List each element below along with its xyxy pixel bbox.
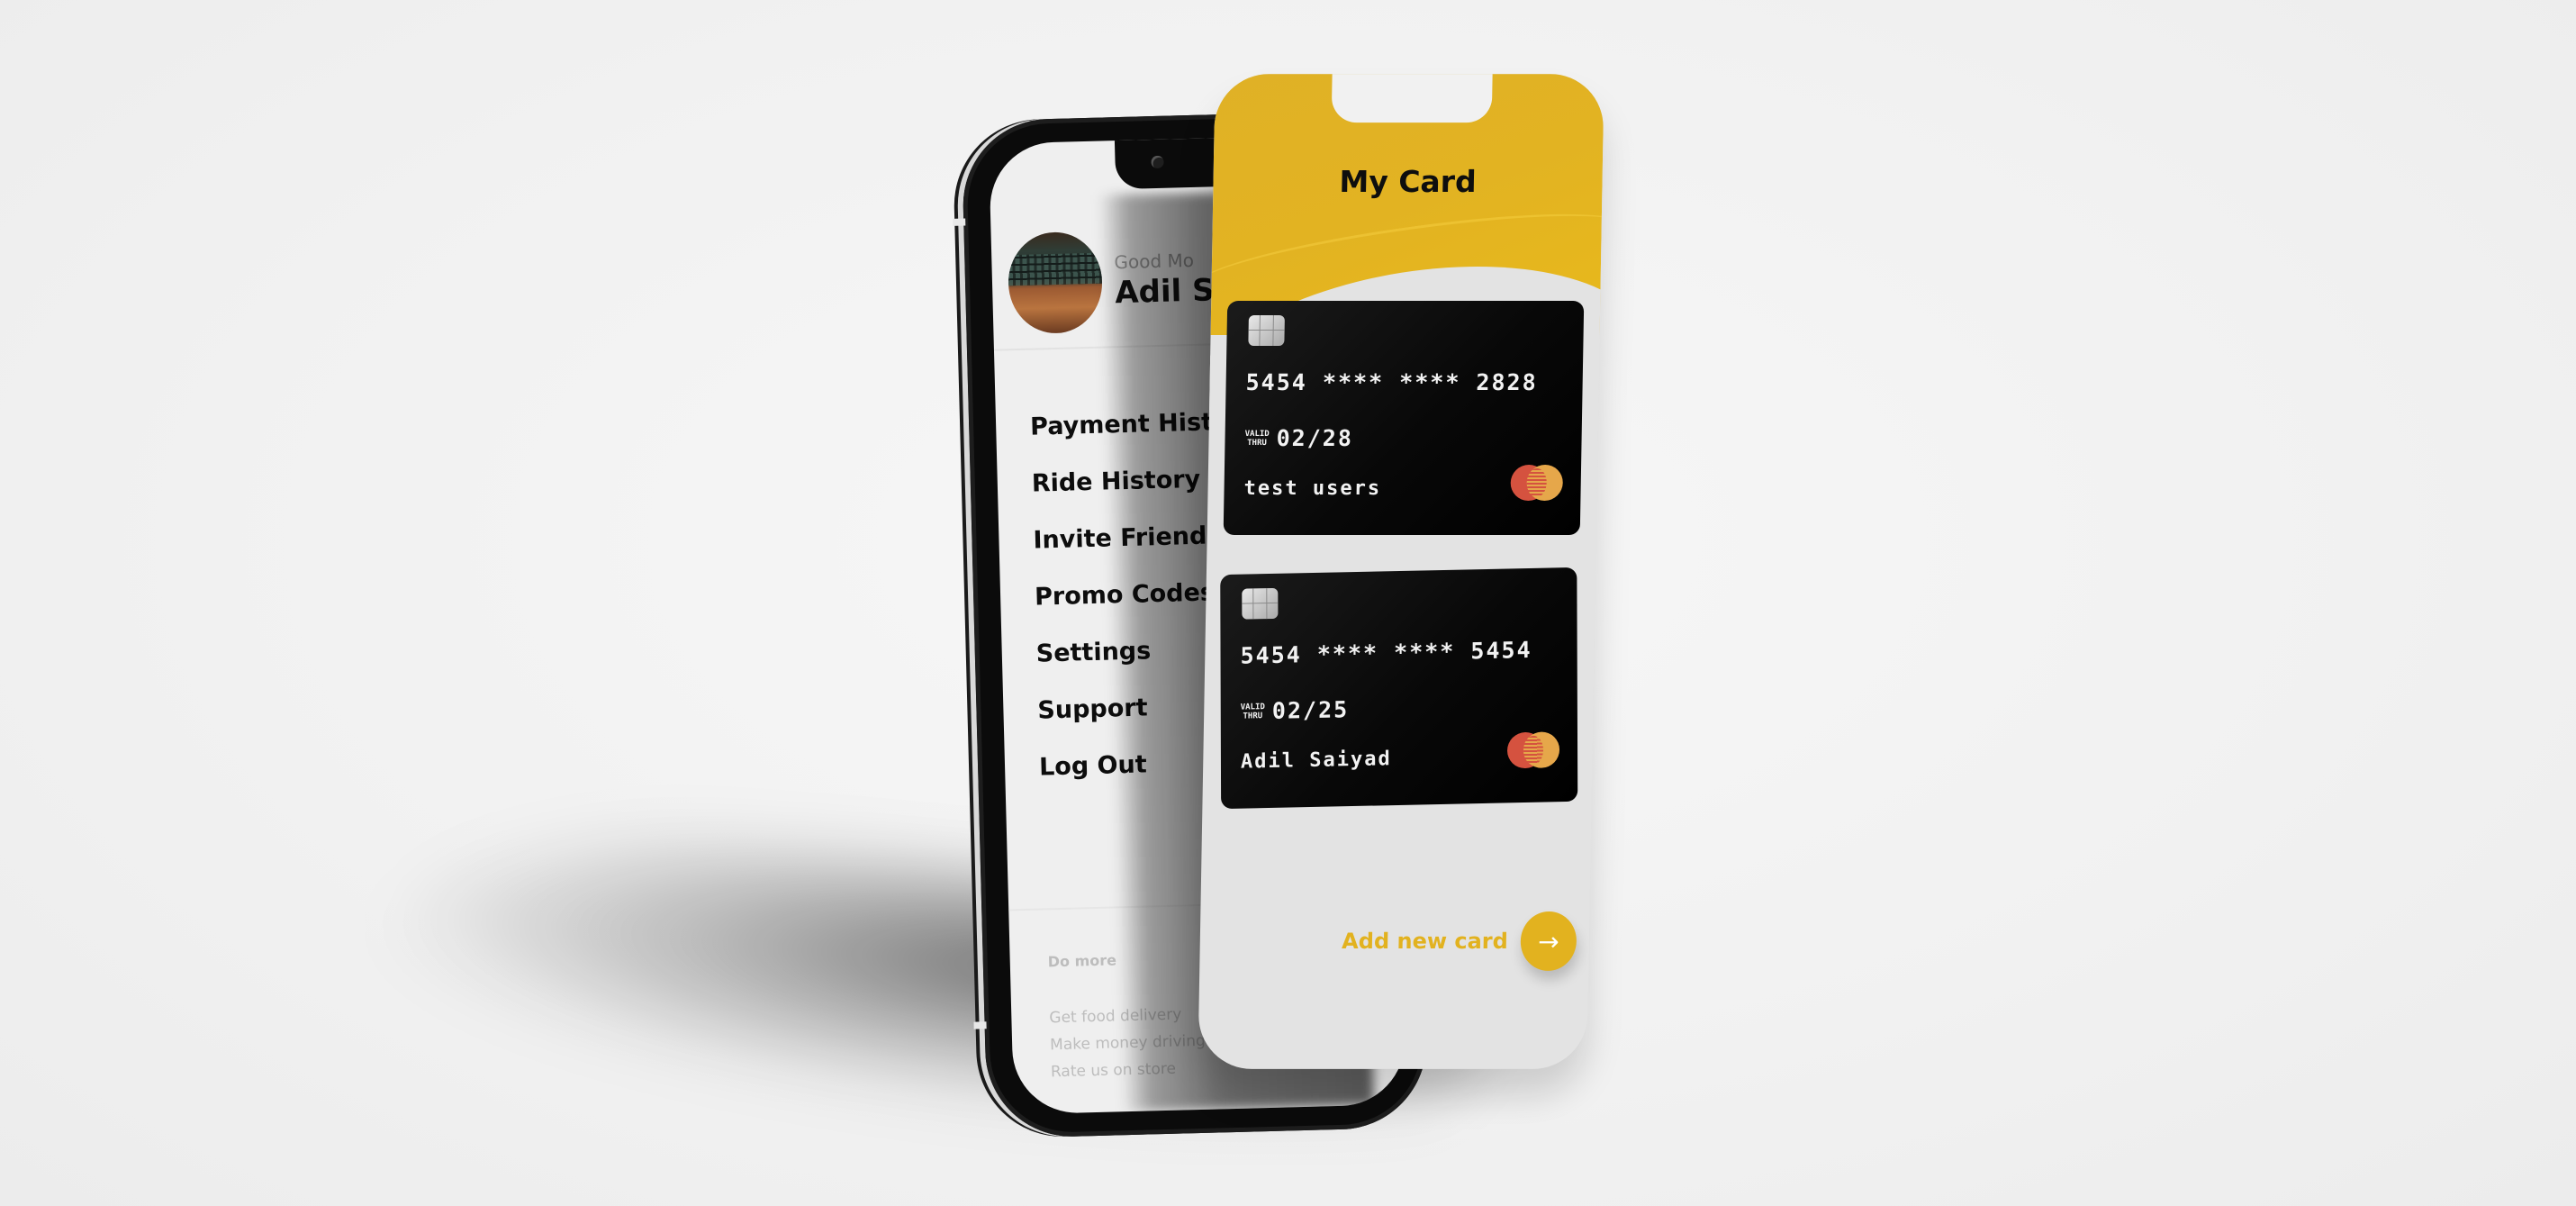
card-expiry: 02/28 [1276, 425, 1354, 452]
add-new-card-label[interactable]: Add new card [1342, 929, 1508, 954]
page-title: My Card [1339, 164, 1478, 200]
valid-thru-label: VALID THRU [1244, 429, 1270, 448]
card-holder-name: test users [1243, 477, 1382, 501]
card-chip-icon [1248, 315, 1285, 347]
screen-notch [1331, 74, 1493, 123]
add-new-card-button[interactable]: Add new card → [1342, 911, 1577, 971]
phone-side-band [973, 1021, 987, 1029]
camera-icon [1151, 155, 1164, 169]
arrow-right-icon[interactable]: → [1520, 911, 1577, 971]
credit-card[interactable]: 5454 **** **** 2828 VALID THRU 02/28 tes… [1223, 301, 1585, 536]
card-holder-name: Adil Saiyad [1240, 748, 1392, 774]
mastercard-icon [1510, 465, 1564, 502]
card-expiry: 02/25 [1271, 696, 1350, 724]
card-number: 5454 **** **** 2828 [1245, 369, 1538, 396]
my-card-screen: My Card 5454 **** **** 2828 VALID THRU 0… [1198, 74, 1604, 1069]
card-number: 5454 **** **** 5454 [1240, 636, 1532, 669]
valid-thru-label: VALID THRU [1240, 702, 1265, 721]
credit-card[interactable]: 5454 **** **** 5454 VALID THRU 02/25 Adi… [1220, 567, 1578, 810]
card-chip-icon [1242, 587, 1279, 620]
phone-side-band [953, 218, 966, 226]
avatar[interactable] [1007, 231, 1104, 335]
mastercard-icon [1506, 731, 1560, 769]
